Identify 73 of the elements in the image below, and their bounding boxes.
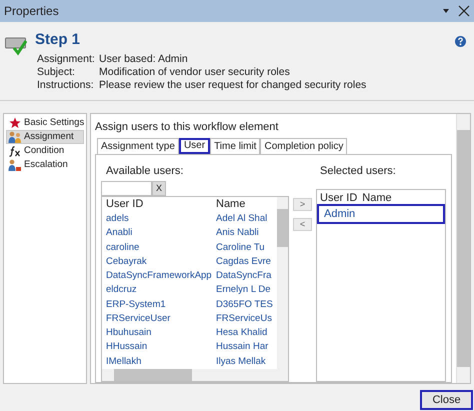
step-check-icon <box>5 36 27 56</box>
dropdown-icon[interactable] <box>442 8 450 14</box>
clear-button[interactable]: X <box>152 181 166 196</box>
window-title: Properties <box>4 3 60 20</box>
field-value: Modification of vendor user security roles <box>99 66 291 79</box>
user-name-cell-text: Adel Al Shal <box>216 212 268 226</box>
user-row[interactable]: DataSyncFrameworkApp DataSyncFra <box>106 269 277 284</box>
horizontal-scrollbar[interactable] <box>102 369 288 381</box>
column-header[interactable]: Name <box>216 196 246 213</box>
star-icon <box>9 117 21 129</box>
selected-user-row[interactable]: Admin <box>317 204 445 224</box>
sidebar-item[interactable]: Escalation <box>6 158 84 172</box>
field-value: Please review the user request for changed security roles <box>99 79 368 92</box>
user-row[interactable]: Cebayrak Cagdas Evre <box>106 254 277 270</box>
users-icon <box>8 130 22 144</box>
tab[interactable]: Completion policy <box>260 138 348 154</box>
filter-field[interactable] <box>101 181 152 196</box>
vertical-scrollbar[interactable] <box>456 114 470 383</box>
user-id-cell-text: caroline <box>106 240 140 255</box>
sidebar-item[interactable]: Basic Settings <box>6 116 84 130</box>
user-name-cell-text: Anis Nabli <box>216 226 259 240</box>
user-name-cell-text: Cagdas Evre <box>216 254 271 269</box>
user-row[interactable]: HHussain Hussain Har <box>106 340 277 355</box>
tab[interactable]: Time limit <box>210 138 260 154</box>
user-name-cell-text: Hussain Har <box>216 340 268 354</box>
close-icon[interactable] <box>458 5 470 17</box>
help-icon[interactable] <box>455 36 466 47</box>
user-row[interactable]: Hbuhusain Hesa Khalid <box>106 326 277 340</box>
user-id-cell-text: FRServiceUser <box>106 312 172 326</box>
user-name-cell-text: FRServiceUs <box>216 312 272 326</box>
close-button[interactable]: Close <box>420 390 473 410</box>
user-name-cell: Caroline Tu <box>216 240 265 255</box>
column-header[interactable]: User ID <box>106 196 216 213</box>
field-label: Instructions: <box>37 79 95 92</box>
panel-title: Assign users to this workflow element <box>95 120 280 134</box>
step-title: Step 1 <box>35 30 82 50</box>
user-id-cell-text: Cebayrak <box>106 254 148 269</box>
users-icon <box>8 158 22 172</box>
user-row[interactable]: caroline Caroline Tu <box>106 240 277 255</box>
user-row[interactable]: eldcruz Ernelyn L De <box>106 283 277 298</box>
user-id-cell-text: ERP-System1 <box>106 298 167 312</box>
field-label: Assignment: <box>37 53 96 66</box>
user-id-cell-text: DataSyncFrameworkApp <box>106 269 213 284</box>
sidebar-item[interactable]: Condition <box>6 144 84 158</box>
user-id-cell-text: Hbuhusain <box>106 326 152 340</box>
available-users-label: Available users: <box>106 165 184 178</box>
user-row[interactable]: IMellakh Ilyas Mellak <box>106 354 277 369</box>
user-name-cell: DataSyncFra <box>216 269 272 284</box>
tab[interactable]: User <box>178 138 210 154</box>
user-id-cell-text: HHussain <box>106 340 148 354</box>
field-value: User based: Admin <box>99 53 189 66</box>
column-header[interactable]: User ID <box>320 190 358 206</box>
vertical-scrollbar[interactable] <box>277 197 288 369</box>
field-label: Subject: <box>37 66 76 79</box>
move-button[interactable]: < <box>293 218 312 231</box>
user-id-cell-text: eldcruz <box>106 283 138 298</box>
user-id-cell-text: Anabli <box>106 226 134 240</box>
move-button[interactable]: > <box>293 198 312 211</box>
selected-users-label: Selected users: <box>320 165 397 178</box>
user-id-cell-text: adels <box>106 212 130 226</box>
user-name-cell-text: Ernelyn L De <box>216 283 271 298</box>
formula-icon <box>9 146 21 156</box>
column-header[interactable]: Name <box>362 190 392 206</box>
user-name-cell: D365FO TES <box>216 298 273 312</box>
user-id-cell-text: IMellakh <box>106 354 142 369</box>
user-row[interactable]: adels Adel Al Shal <box>106 212 277 226</box>
sidebar-item[interactable]: Assignment <box>6 130 84 144</box>
user-row[interactable]: Anabli Anis Nabli <box>106 226 277 241</box>
user-row[interactable]: FRServiceUser FRServiceUs <box>106 312 277 326</box>
user-name-cell: Hesa Khalid <box>216 326 268 340</box>
user-row[interactable]: ERP-System1 D365FO TES <box>106 298 277 312</box>
tab[interactable]: Assignment type <box>97 138 179 154</box>
user-name-cell: Ilyas Mellak <box>216 354 266 369</box>
